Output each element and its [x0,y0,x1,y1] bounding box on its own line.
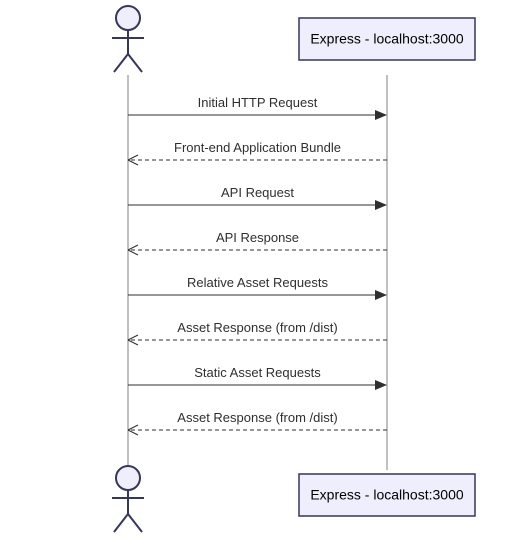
message-label-5: Asset Response (from /dist) [177,320,337,335]
participant-box-top: Express - localhost:3000 [299,18,475,60]
message-label-0: Initial HTTP Request [198,95,318,110]
actor-top [112,6,144,72]
actor-bottom [112,466,144,532]
arrowhead-6 [375,380,387,390]
participant-label-top: Express - localhost:3000 [310,31,464,47]
arrowhead-2 [375,200,387,210]
arrowhead-0 [375,110,387,120]
message-label-2: API Request [221,185,294,200]
message-label-3: API Response [216,230,299,245]
message-label-7: Asset Response (from /dist) [177,410,337,425]
arrowhead-4 [375,290,387,300]
sequence-diagram: Initial HTTP Request Front-end Applicatio… [0,0,526,539]
message-label-6: Static Asset Requests [194,365,321,380]
message-label-4: Relative Asset Requests [187,275,328,290]
message-label-1: Front-end Application Bundle [174,140,341,155]
participant-box-bottom: Express - localhost:3000 [299,474,475,516]
participant-label-bottom: Express - localhost:3000 [310,487,464,503]
